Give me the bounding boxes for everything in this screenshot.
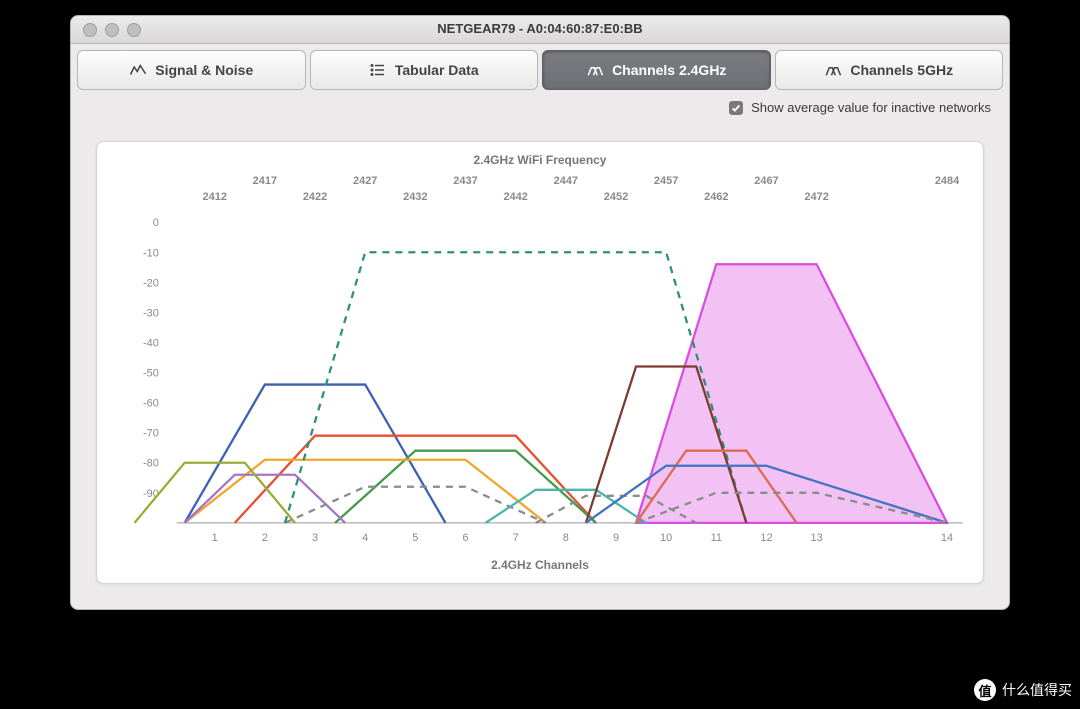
watermark-badge-icon: 值 — [974, 679, 996, 701]
svg-text:0: 0 — [153, 217, 159, 229]
svg-text:5: 5 — [412, 532, 418, 544]
svg-text:-40: -40 — [143, 337, 159, 349]
checkbox-label: Show average value for inactive networks — [751, 100, 991, 115]
chart-card: 2.4GHz WiFi Frequency2412241724222427243… — [96, 141, 984, 584]
svg-text:2457: 2457 — [654, 175, 678, 187]
svg-text:2: 2 — [262, 532, 268, 544]
svg-text:-60: -60 — [143, 398, 159, 410]
tab-label: Signal & Noise — [155, 62, 253, 78]
svg-text:12: 12 — [760, 532, 772, 544]
svg-text:9: 9 — [613, 532, 619, 544]
titlebar[interactable]: NETGEAR79 - A0:04:60:87:E0:BB — [71, 16, 1009, 44]
svg-text:-20: -20 — [143, 277, 159, 289]
svg-text:8: 8 — [563, 532, 569, 544]
svg-text:2467: 2467 — [754, 175, 778, 187]
check-icon — [731, 103, 741, 113]
tab-signal-noise[interactable]: Signal & Noise — [77, 50, 306, 90]
svg-text:4: 4 — [362, 532, 368, 544]
svg-text:2462: 2462 — [704, 191, 728, 203]
svg-text:2452: 2452 — [604, 191, 628, 203]
svg-text:2427: 2427 — [353, 175, 377, 187]
tab-channels-24ghz[interactable]: Channels 2.4GHz — [542, 50, 771, 90]
channels-icon — [586, 61, 604, 79]
svg-text:2472: 2472 — [804, 191, 828, 203]
svg-text:2412: 2412 — [203, 191, 227, 203]
svg-text:14: 14 — [941, 532, 953, 544]
signal-icon — [129, 61, 147, 79]
svg-text:3: 3 — [312, 532, 318, 544]
svg-text:10: 10 — [660, 532, 672, 544]
svg-text:-50: -50 — [143, 368, 159, 380]
svg-text:2437: 2437 — [453, 175, 477, 187]
svg-text:-30: -30 — [143, 307, 159, 319]
show-average-checkbox[interactable] — [729, 101, 743, 115]
svg-text:-80: -80 — [143, 458, 159, 470]
svg-text:11: 11 — [711, 532, 722, 544]
svg-text:7: 7 — [513, 532, 519, 544]
svg-text:2.4GHz Channels: 2.4GHz Channels — [491, 558, 589, 572]
svg-text:-70: -70 — [143, 428, 159, 440]
svg-text:1: 1 — [212, 532, 218, 544]
svg-text:2442: 2442 — [503, 191, 527, 203]
app-window: NETGEAR79 - A0:04:60:87:E0:BB Signal & N… — [70, 15, 1010, 610]
svg-text:2432: 2432 — [403, 191, 427, 203]
tab-label: Channels 5GHz — [850, 62, 953, 78]
svg-text:2447: 2447 — [554, 175, 578, 187]
tab-label: Tabular Data — [395, 62, 479, 78]
channels-chart: 2.4GHz WiFi Frequency2412241724222427243… — [97, 142, 983, 583]
svg-text:2.4GHz WiFi Frequency: 2.4GHz WiFi Frequency — [474, 153, 607, 167]
svg-text:2422: 2422 — [303, 191, 327, 203]
svg-text:2417: 2417 — [253, 175, 277, 187]
tab-channels-5ghz[interactable]: Channels 5GHz — [775, 50, 1004, 90]
list-icon — [369, 61, 387, 79]
channels-icon — [824, 61, 842, 79]
svg-text:13: 13 — [811, 532, 823, 544]
tabbar: Signal & Noise Tabular Data Channels 2.4… — [77, 50, 1003, 90]
watermark: 值 什么值得买 — [974, 679, 1072, 701]
tab-tabular-data[interactable]: Tabular Data — [310, 50, 539, 90]
options-row: Show average value for inactive networks — [71, 90, 1009, 121]
tab-label: Channels 2.4GHz — [612, 62, 726, 78]
watermark-text: 什么值得买 — [1002, 680, 1072, 700]
svg-text:-10: -10 — [143, 247, 159, 259]
svg-text:2484: 2484 — [935, 175, 960, 187]
svg-text:6: 6 — [462, 532, 468, 544]
window-title: NETGEAR79 - A0:04:60:87:E0:BB — [71, 21, 1009, 36]
